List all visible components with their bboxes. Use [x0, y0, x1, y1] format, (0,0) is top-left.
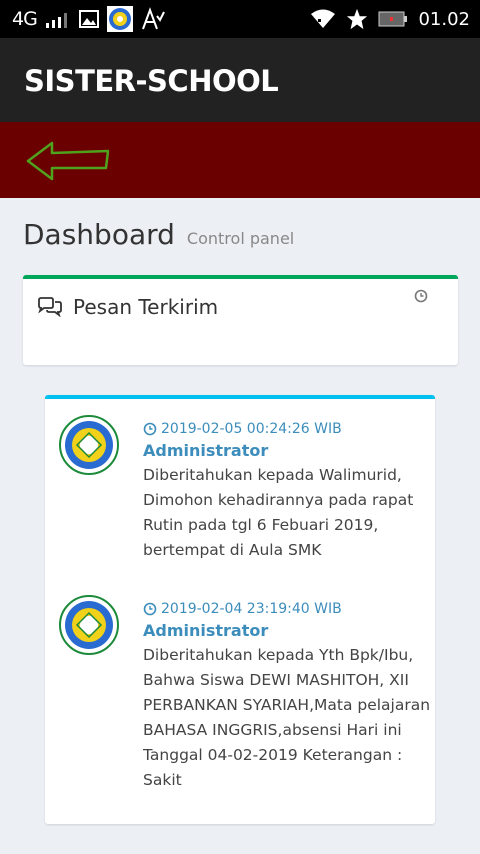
message-time: 2019-02-04 23:19:40 WIB: [161, 601, 342, 617]
status-bar: 4G 01.02: [0, 0, 480, 38]
app-bar: SISTER-SCHOOL: [0, 38, 480, 122]
message-text: Diberitahukan kepada Yth Bpk/Ibu, Bahwa …: [143, 646, 431, 789]
nav-bar: [0, 122, 480, 198]
font-icon: [141, 7, 165, 30]
wifi-icon: [311, 9, 336, 28]
message-author[interactable]: Administrator: [143, 621, 433, 640]
sent-messages-box[interactable]: Pesan Terkirim: [23, 275, 458, 365]
message-time: 2019-02-05 00:24:26 WIB: [161, 421, 342, 437]
comments-icon: [38, 297, 62, 317]
app-title: SISTER-SCHOOL: [24, 64, 279, 98]
battery-icon: [378, 11, 408, 27]
network-label: 4G: [12, 8, 38, 30]
page-subtitle: Control panel: [186, 229, 295, 248]
page-header: Dashboard Control panel: [23, 218, 294, 251]
avatar: [59, 595, 119, 655]
clock-icon: [414, 289, 428, 303]
clock-icon: [143, 602, 157, 616]
message-text: Diberitahukan kepada Walimurid, Dimohon …: [143, 466, 414, 559]
star-icon: [347, 8, 368, 30]
clock-icon: [143, 422, 157, 436]
gallery-icon: [78, 10, 99, 28]
signal-icon: [45, 13, 67, 28]
messages-list: 2019-02-05 00:24:26 WIB Administrator Di…: [45, 395, 435, 824]
back-arrow-icon[interactable]: [24, 138, 116, 184]
clock-time: 01.02: [418, 8, 470, 30]
message-author[interactable]: Administrator: [143, 441, 433, 460]
app-logo-icon: [106, 6, 133, 32]
page-title: Dashboard: [23, 218, 175, 251]
avatar: [59, 415, 119, 475]
sent-messages-label: Pesan Terkirim: [73, 295, 219, 319]
